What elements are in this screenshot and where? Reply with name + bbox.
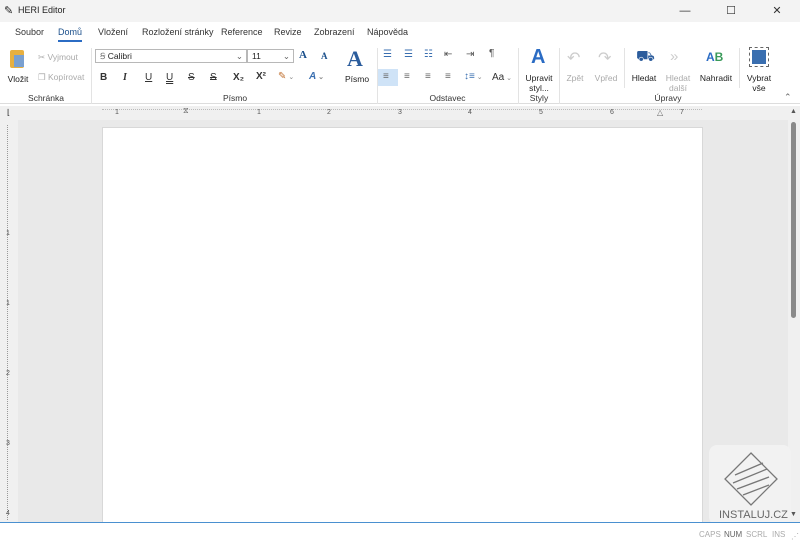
caps-indicator: CAPS [699,530,721,539]
strikethrough-button[interactable]: S [188,72,195,83]
bold-button[interactable]: B [100,72,107,83]
superscript-button[interactable]: X² [256,71,266,82]
vertical-ruler: 1 1 2 3 4 [0,120,18,522]
subscript-button[interactable]: X₂ [233,72,244,83]
scrl-indicator: SCRL [746,530,768,539]
select-all-button[interactable]: Vybrat vše [743,46,775,93]
tab-stop-selector[interactable]: ⌊ [7,108,10,117]
group-label-editing: Úpravy [654,93,682,103]
separator [739,48,740,88]
show-formatting-button[interactable]: ¶ [489,48,494,59]
num-indicator: NUM [724,530,743,539]
group-label-styles: Styly [529,93,549,103]
tab-rozlozeni[interactable]: Rozložení stránky [142,27,214,37]
font-size-select[interactable]: 11 ⌄ [247,49,294,63]
justify-icon[interactable]: ≡ [445,71,451,82]
scrollbar-thumb[interactable] [791,122,796,318]
double-underline-button[interactable]: U [166,72,173,83]
decrease-indent-icon[interactable]: ⇤ [444,49,452,60]
edit-styles-button[interactable]: A Upravit styl... [522,46,556,93]
find-next-icon: » [670,48,679,65]
ribbon-tabs: Soubor Domů Vložení Rozložení stránky Re… [0,22,800,44]
multilevel-list-icon[interactable]: ☷ [424,49,433,60]
replace-icon: AB [706,50,724,64]
title-bar: ✎ HERI Editor — ☐ ✕ [0,0,800,22]
document-page[interactable] [102,127,703,527]
tab-zobrazeni[interactable]: Zobrazení [314,27,355,37]
underline-button[interactable]: U [145,72,152,83]
minimize-button[interactable]: — [662,0,708,22]
line-spacing-button[interactable]: ↕≡ ⌄ [464,71,483,82]
collapse-ribbon-button[interactable]: ⌃ [784,92,792,103]
shrink-font-button[interactable]: A [321,51,328,61]
right-indent-marker[interactable]: △ [657,108,663,117]
separator [559,48,560,104]
undo-button[interactable]: ↶ Zpět [562,48,588,84]
binoculars-icon: ⛟ [636,48,655,65]
separator [91,48,92,104]
indent-marker[interactable]: ⧖ [183,106,189,116]
align-center-icon[interactable]: ≡ [404,71,410,82]
italic-button[interactable]: I [123,72,127,83]
paste-button[interactable]: Vložit [4,48,32,88]
watermark-logo: INSTALUJ.CZ [709,445,791,525]
group-label-paragraph: Odstavec [429,93,466,103]
select-all-icon [749,47,769,67]
cut-button[interactable]: ✂ Vyjmout [38,52,78,62]
align-right-icon[interactable]: ≡ [425,71,431,82]
maximize-button[interactable]: ☐ [708,0,754,22]
find-next-button[interactable]: » Hledat další [662,48,694,94]
grow-font-button[interactable]: A [299,49,307,61]
font-name-select[interactable]: Ꞩ Calibri ⌄ [95,49,247,63]
resize-grip[interactable]: ⋰ [791,532,799,541]
align-left-button[interactable]: ≡ [378,69,398,86]
change-case-button[interactable]: Aa ⌄ [492,72,512,83]
increase-indent-icon[interactable]: ⇥ [466,49,474,60]
styles-icon: A [531,46,546,68]
tab-napoveda[interactable]: Nápověda [367,27,408,37]
bullets-icon[interactable]: ☰ [383,49,392,60]
copy-button[interactable]: ❐ Kopírovat [38,72,84,82]
tab-reference[interactable]: Reference [221,27,263,37]
redo-icon: ↷ [598,50,612,67]
tab-vlozeni[interactable]: Vložení [98,27,128,37]
separator [518,48,519,104]
horizontal-ruler[interactable]: ⌊ ⧖ 1 1 2 3 4 5 6 △ 7 [0,106,800,120]
font-color-button[interactable]: A ⌄ [309,71,324,82]
paste-icon [10,50,24,68]
font-icon: A [347,46,363,71]
copy-icon: ❐ [38,72,48,82]
find-button[interactable]: ⛟ Hledat [628,48,660,84]
app-icon: ✎ [4,5,14,17]
replace-button[interactable]: AB Nahradit [698,48,734,84]
close-button[interactable]: ✕ [754,0,800,22]
tab-soubor[interactable]: Soubor [15,27,44,37]
status-bar: CAPS NUM SCRL INS ⋰ [0,522,800,545]
group-label-clipboard: Schránka [28,93,64,103]
group-label-font: Písmo [222,93,248,103]
highlight-color-button[interactable]: ✎ ⌄ [278,71,294,82]
numbering-icon[interactable]: ☰ [404,49,413,60]
font-dialog-button[interactable]: A Písmo [340,46,374,88]
ribbon: Vložit ✂ Vyjmout ❐ Kopírovat Schránka Ꞩ … [0,44,800,104]
scroll-down-icon[interactable]: ▼ [790,511,797,518]
window-title: HERI Editor [18,5,66,15]
undo-icon: ↶ [567,50,581,67]
ins-indicator: INS [772,530,786,539]
scroll-up-icon[interactable]: ▲ [790,108,797,115]
redo-button[interactable]: ↷ Vpřed [592,48,620,84]
separator [624,48,625,88]
tab-domu[interactable]: Domů [58,27,83,42]
align-left-icon: ≡ [383,71,389,82]
double-strikethrough-button[interactable]: S [210,72,217,83]
tab-revize[interactable]: Revize [274,27,302,37]
